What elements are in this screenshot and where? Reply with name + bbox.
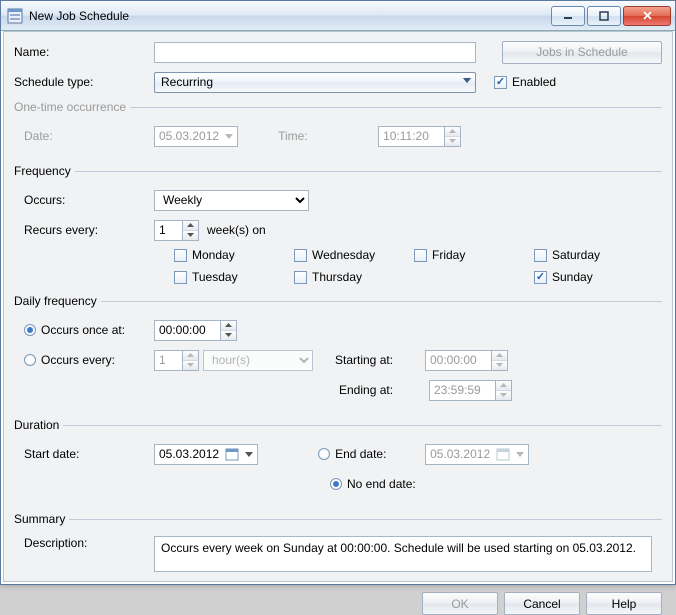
frequency-legend: Frequency — [14, 164, 75, 178]
titlebar[interactable]: New Job Schedule — [1, 1, 675, 31]
description-text[interactable]: Occurs every week on Sunday at 00:00:00.… — [154, 536, 652, 572]
summary-legend: Summary — [14, 512, 69, 526]
monday-checkbox[interactable] — [174, 249, 187, 262]
window-title: New Job Schedule — [29, 9, 549, 23]
occurs-once-time-spinner[interactable] — [154, 320, 237, 341]
no-end-date-label: No end date: — [347, 477, 416, 491]
spinner-up-icon — [492, 351, 507, 361]
sunday-checkbox[interactable] — [534, 271, 547, 284]
occurs-label: Occurs: — [14, 193, 154, 207]
occurs-every-radio[interactable] — [24, 354, 36, 366]
summary-group: Summary Description: Occurs every week o… — [14, 512, 662, 582]
ok-button[interactable]: OK — [422, 592, 498, 615]
end-date-radio[interactable] — [318, 448, 330, 460]
one-time-date-label: Date: — [14, 129, 154, 143]
cancel-button[interactable]: Cancel — [504, 592, 580, 615]
start-date-picker[interactable]: 05.03.2012 — [154, 444, 258, 465]
starting-at-spinner — [425, 350, 508, 371]
occurs-every-spinner — [154, 350, 199, 371]
one-time-time-label: Time: — [278, 129, 378, 143]
app-icon — [7, 8, 23, 24]
occurs-every-unit-select: hour(s) — [203, 350, 313, 371]
schedule-type-value: Recurring — [161, 75, 213, 89]
maximize-button[interactable] — [587, 6, 621, 26]
ending-at-spinner — [429, 380, 512, 401]
dialog-buttons: OK Cancel Help — [14, 584, 662, 615]
recurs-unit-label: week(s) on — [207, 223, 266, 237]
spinner-down-icon — [445, 137, 460, 146]
friday-checkbox[interactable] — [414, 249, 427, 262]
name-input[interactable] — [154, 42, 476, 63]
spinner-up-icon[interactable] — [221, 321, 236, 331]
starting-at-label: Starting at: — [335, 353, 425, 367]
daily-frequency-group: Daily frequency Occurs once at: Occurs e… — [14, 294, 662, 412]
one-time-time-spinner — [378, 126, 461, 147]
recurs-every-spinner[interactable] — [154, 220, 199, 241]
spinner-up-icon — [183, 351, 198, 361]
recurs-every-label: Recurs every: — [14, 223, 154, 237]
enabled-checkbox[interactable] — [494, 76, 507, 89]
wednesday-checkbox[interactable] — [294, 249, 307, 262]
close-button[interactable] — [623, 6, 671, 26]
one-time-legend: One-time occurrence — [14, 100, 130, 114]
chevron-down-icon — [516, 450, 524, 458]
spinner-down-icon[interactable] — [221, 331, 236, 340]
chevron-down-icon — [245, 450, 253, 458]
calendar-icon — [225, 447, 239, 461]
duration-legend: Duration — [14, 418, 63, 432]
dialog-content: Name: Jobs in Schedule Schedule type: Re… — [3, 31, 673, 582]
schedule-type-label: Schedule type: — [14, 75, 154, 89]
start-date-label: Start date: — [14, 447, 154, 461]
end-date-label: End date: — [335, 447, 425, 461]
jobs-in-schedule-button[interactable]: Jobs in Schedule — [502, 41, 662, 64]
enabled-label: Enabled — [512, 75, 556, 89]
help-button[interactable]: Help — [586, 592, 662, 615]
chevron-down-icon — [463, 76, 471, 84]
saturday-checkbox[interactable] — [534, 249, 547, 262]
spinner-down-icon — [492, 361, 507, 370]
minimize-button[interactable] — [551, 6, 585, 26]
one-time-date-picker: 05.03.2012 — [154, 126, 238, 147]
spinner-down-icon — [183, 361, 198, 370]
one-time-group: One-time occurrence Date: 05.03.2012 Tim… — [14, 100, 662, 158]
spinner-up-icon[interactable] — [183, 221, 198, 231]
spinner-down-icon[interactable] — [183, 231, 198, 240]
occurs-select[interactable]: Weekly — [154, 190, 309, 211]
spinner-up-icon — [445, 127, 460, 137]
no-end-date-radio[interactable] — [330, 478, 342, 490]
tuesday-checkbox[interactable] — [174, 271, 187, 284]
duration-group: Duration Start date: 05.03.2012 End date… — [14, 418, 662, 506]
thursday-checkbox[interactable] — [294, 271, 307, 284]
name-label: Name: — [14, 45, 154, 59]
spinner-up-icon — [496, 381, 511, 391]
end-date-picker: 05.03.2012 — [425, 444, 529, 465]
occurs-once-radio[interactable] — [24, 324, 36, 336]
weekday-grid: Monday Wednesday Friday Saturday Tuesday… — [174, 248, 662, 284]
dialog-window: New Job Schedule Name: Jobs in Schedule … — [0, 0, 676, 585]
calendar-icon — [496, 447, 510, 461]
frequency-group: Frequency Occurs: Weekly Recurs every: w… — [14, 164, 662, 288]
daily-frequency-legend: Daily frequency — [14, 294, 101, 308]
spinner-down-icon — [496, 391, 511, 400]
schedule-type-select[interactable]: Recurring — [154, 72, 476, 93]
description-label: Description: — [14, 536, 154, 550]
chevron-down-icon — [225, 132, 233, 140]
ending-at-label: Ending at: — [339, 383, 429, 397]
